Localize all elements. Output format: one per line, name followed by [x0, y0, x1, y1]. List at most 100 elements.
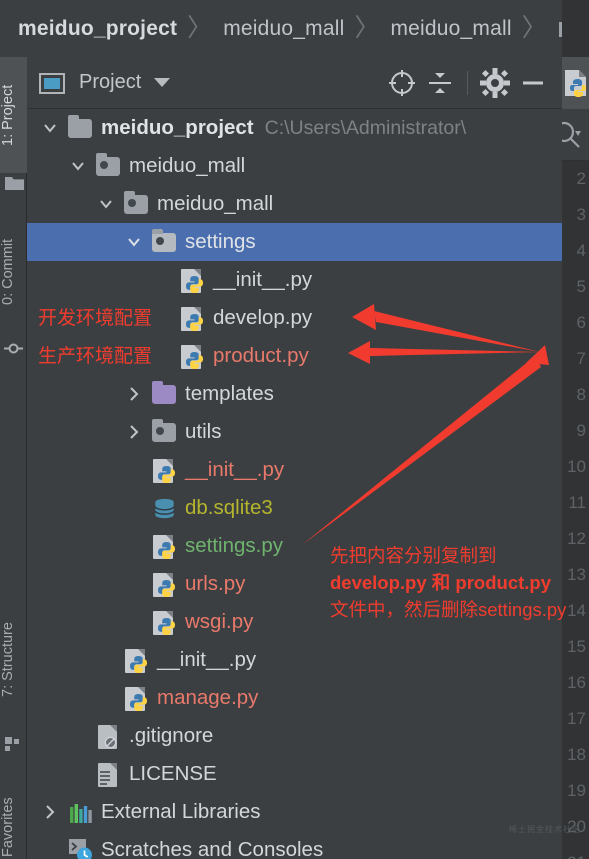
template-folder-icon [152, 381, 178, 407]
tree-item-label: meiduo_mall [157, 192, 274, 215]
line-number: 4 [576, 241, 586, 260]
annotation-product-label: 生产环境配置 [38, 346, 153, 367]
sidebar-item-favorites[interactable]: Favorites [0, 772, 27, 859]
tree-item-label: product.py [213, 344, 309, 367]
project-panel-header: Project [27, 57, 562, 109]
breadcrumb-separator: 〉 [187, 14, 213, 42]
commit-icon [4, 339, 23, 363]
python-file-icon [180, 343, 206, 369]
table-row[interactable]: __init__.py [27, 641, 562, 679]
breadcrumb-item-1[interactable]: meiduo_mall [223, 17, 344, 41]
chevron-right-icon[interactable] [41, 803, 59, 821]
tree-item-label: __init__.py [213, 268, 313, 291]
module-folder-icon [152, 419, 178, 445]
breadcrumb-separator: 〉 [521, 14, 547, 42]
collapse-all-icon[interactable] [423, 66, 457, 100]
sidebar-item-label: Favorites [0, 797, 16, 857]
python-file-icon [152, 457, 178, 483]
module-folder-icon [124, 191, 150, 217]
annotation-note-line-1: 先把内容分别复制到 [330, 545, 497, 566]
table-row[interactable]: meiduo_mall [27, 147, 562, 185]
python-file-icon [152, 571, 178, 597]
sidebar-item-project[interactable]: 1: Project [0, 57, 27, 173]
table-row[interactable]: settings [27, 223, 562, 261]
line-number: 3 [576, 205, 586, 224]
line-number: 11 [568, 493, 586, 512]
annotation-note-line-2: develop.py 和 product.py [330, 572, 551, 593]
project-view-icon [39, 71, 65, 95]
line-number: 8 [576, 385, 586, 404]
python-file-icon [180, 305, 206, 331]
tree-item-label: settings [185, 230, 256, 253]
annotation-note: 先把内容分别复制到 develop.py 和 product.py 文件中，然后… [330, 542, 566, 623]
sidebar-item-label: 1: Project [0, 84, 16, 146]
breadcrumb-item-0[interactable]: meiduo_project [18, 17, 177, 41]
line-number: 5 [576, 277, 586, 296]
table-row[interactable]: templates [27, 375, 562, 413]
sidebar-item-structure[interactable]: 7: Structure [0, 590, 27, 730]
pycharm-window: meiduo_project 〉 meiduo_mall 〉 meiduo_ma… [0, 0, 589, 859]
editor-line-numbers: 2 3 4 5 6 7 8 9 10 11 12 13 14 15 16 17 … [562, 161, 589, 859]
folder-icon [5, 175, 24, 196]
table-row[interactable]: db.sqlite3 [27, 489, 562, 527]
python-file-icon [124, 685, 150, 711]
editor-tab[interactable] [562, 57, 589, 109]
table-row[interactable]: .gitignore [27, 717, 562, 755]
scratches-icon [68, 837, 94, 859]
table-row[interactable]: External Libraries [27, 793, 562, 831]
breadcrumb-item-2[interactable]: meiduo_mall [390, 17, 511, 41]
chevron-down-icon[interactable] [154, 78, 171, 87]
tree-item-label: settings.py [185, 534, 283, 557]
breadcrumb: meiduo_project 〉 meiduo_mall 〉 meiduo_ma… [0, 0, 589, 57]
table-row[interactable]: meiduo_project C:\Users\Administrator\ [27, 109, 562, 147]
table-row[interactable]: Scratches and Consoles [27, 831, 562, 859]
line-number: 21 [562, 845, 586, 859]
table-row[interactable]: meiduo_mall [27, 185, 562, 223]
tree-item-label: develop.py [213, 306, 313, 329]
python-file-icon [124, 647, 150, 673]
table-row[interactable]: __init__.py [27, 451, 562, 489]
annotation-develop-label: 开发环境配置 [38, 308, 153, 329]
table-row[interactable]: __init__.py [27, 261, 562, 299]
line-number: 15 [567, 637, 586, 656]
text-file-icon [96, 761, 122, 787]
tree-item-label: urls.py [185, 572, 246, 595]
tree-item-label: utils [185, 420, 222, 443]
toolbar-divider [467, 70, 468, 95]
chevron-right-icon[interactable] [125, 423, 143, 441]
line-number: 18 [567, 745, 586, 764]
tree-item-label: manage.py [157, 686, 259, 709]
line-number: 17 [567, 709, 586, 728]
python-file-icon [180, 267, 206, 293]
table-row[interactable]: utils [27, 413, 562, 451]
python-file-icon [564, 69, 588, 102]
line-number: 6 [576, 313, 586, 332]
watermark: 稀土掘金技术社区 [509, 825, 581, 834]
settings-gear-icon[interactable] [478, 66, 512, 100]
table-row[interactable]: LICENSE [27, 755, 562, 793]
python-file-icon [152, 609, 178, 635]
database-icon [152, 495, 178, 521]
chevron-down-icon[interactable] [125, 233, 143, 251]
sidebar-item-label: 7: Structure [0, 622, 16, 698]
chevron-right-icon[interactable] [125, 385, 143, 403]
hide-minimize-icon[interactable] [516, 66, 550, 100]
locate-icon[interactable] [385, 66, 419, 100]
chevron-down-icon[interactable] [41, 119, 59, 137]
tree-item-label: Scratches and Consoles [101, 838, 324, 859]
tree-item-label: .gitignore [129, 724, 214, 747]
line-number: 10 [567, 457, 586, 476]
breadcrumb-separator: 〉 [354, 14, 380, 42]
chevron-down-icon[interactable] [97, 195, 115, 213]
sidebar-item-commit[interactable]: 0: Commit [0, 212, 27, 332]
folder-icon [68, 115, 94, 141]
table-row[interactable]: manage.py [27, 679, 562, 717]
tree-item-label: db.sqlite3 [185, 496, 273, 519]
sidebar-item-label: 0: Commit [0, 238, 16, 306]
annotation-note-line-3: 文件中，然后删除settings.py [330, 599, 567, 620]
module-folder-icon [152, 229, 178, 255]
structure-icon [5, 737, 22, 757]
chevron-down-icon[interactable] [69, 157, 87, 175]
project-tree: meiduo_project C:\Users\Administrator\ m… [27, 109, 562, 859]
tree-item-label: LICENSE [129, 762, 217, 785]
